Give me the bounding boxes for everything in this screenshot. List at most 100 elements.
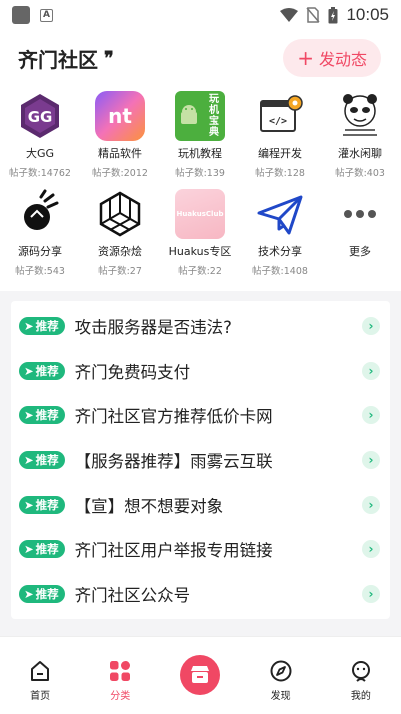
gg-logo-text: GG <box>28 108 53 126</box>
wifi-icon <box>280 8 299 22</box>
recommend-badge-label: 推荐 <box>35 542 59 557</box>
recommend-badge-label: 推荐 <box>35 319 59 334</box>
category-chat[interactable]: 灌水闲聊 帖子数:403 <box>320 91 400 183</box>
category-resources[interactable]: 资源杂烩 帖子数:27 <box>80 189 160 281</box>
category-huakus[interactable]: HuakusClub Huakus专区 帖子数:22 <box>160 189 240 281</box>
category-name: Huakus专区 <box>168 245 232 258</box>
category-grid: GG 大GG 帖子数:14762 nt 精品软件 帖子数:2012 玩机宝典 玩… <box>0 83 401 281</box>
chevron-right-icon: › <box>362 317 380 336</box>
plane-icon: ➤ <box>24 319 34 334</box>
notification-a-icon: A <box>40 8 53 22</box>
category-name: 玩机教程 <box>178 147 222 160</box>
compass-icon <box>269 659 293 683</box>
recommend-list: ➤ 推荐 攻击服务器是否违法? › ➤ 推荐 齐门免费码支付 › ➤ 推荐 齐门社区官… <box>11 301 390 620</box>
chevron-right-icon: › <box>362 584 380 603</box>
no-sim-icon <box>306 7 321 23</box>
chevron-right-icon: › <box>362 406 380 425</box>
nav-label: 发现 <box>270 691 291 702</box>
list-item[interactable]: ➤ 推荐 齐门免费码支付 › <box>11 349 390 394</box>
category-count: 帖子数:403 <box>335 168 385 179</box>
recommend-title: 攻击服务器是否违法? <box>74 318 232 338</box>
source-code-icon <box>15 189 65 239</box>
paper-plane-icon <box>255 189 305 239</box>
panda-meme-icon <box>335 91 385 141</box>
category-more[interactable]: 更多 <box>320 189 400 281</box>
quote-icon: ❞ <box>104 47 114 69</box>
category-name: 资源杂烩 <box>98 245 142 258</box>
recommend-badge: ➤ 推荐 <box>19 495 65 514</box>
nav-discover[interactable]: 发现 <box>251 659 311 702</box>
post-button-label: 发动态 <box>318 50 367 69</box>
recommend-title: 【服务器推荐】雨雾云互联 <box>74 452 273 472</box>
category-count: 帖子数:1408 <box>252 266 308 277</box>
plane-icon: ➤ <box>24 408 34 423</box>
huakus-club-icon: HuakusClub <box>175 189 225 239</box>
category-name: 编程开发 <box>258 147 302 160</box>
code-window-icon: </> <box>255 91 305 141</box>
category-name: 技术分享 <box>258 245 302 258</box>
recommend-badge: ➤ 推荐 <box>19 584 65 603</box>
category-icon <box>108 659 132 683</box>
recommend-title: 齐门社区公众号 <box>74 585 191 605</box>
category-premium-software[interactable]: nt 精品软件 帖子数:2012 <box>80 91 160 183</box>
recommend-badge: ➤ 推荐 <box>19 317 65 336</box>
resources-cube-icon <box>95 189 145 239</box>
chevron-right-icon: › <box>362 495 380 514</box>
category-count: 帖子数:22 <box>178 266 222 277</box>
svg-text:</>: </> <box>269 116 287 127</box>
post-button[interactable]: + 发动态 <box>283 39 381 77</box>
list-item[interactable]: ➤ 推荐 【服务器推荐】雨雾云互联 › <box>11 438 390 483</box>
recommend-title: 齐门社区用户举报专用链接 <box>74 541 273 561</box>
recommend-badge-label: 推荐 <box>35 497 59 512</box>
category-phone-tutorials[interactable]: 玩机宝典 玩机教程 帖子数:139 <box>160 91 240 183</box>
recommend-badge-label: 推荐 <box>35 408 59 423</box>
list-item[interactable]: ➤ 推荐 【宣】想不想要对象 › <box>11 482 390 527</box>
nav-store[interactable] <box>170 655 230 699</box>
list-item[interactable]: ➤ 推荐 齐门社区用户举报专用链接 › <box>11 527 390 572</box>
category-name: 源码分享 <box>18 245 62 258</box>
chevron-right-icon: › <box>362 361 380 380</box>
plane-icon: ➤ <box>24 453 34 468</box>
recommend-badge: ➤ 推荐 <box>19 540 65 559</box>
nav-label: 我的 <box>350 691 371 702</box>
recommend-title: 齐门社区官方推荐低价卡网 <box>74 407 273 427</box>
category-count: 帖子数:543 <box>15 266 65 277</box>
list-item[interactable]: ➤ 推荐 齐门社区官方推荐低价卡网 › <box>11 393 390 438</box>
recommend-badge: ➤ 推荐 <box>19 406 65 425</box>
category-count: 帖子数:139 <box>175 168 225 179</box>
list-item[interactable]: ➤ 推荐 齐门社区公众号 › <box>11 572 390 617</box>
plane-icon: ➤ <box>24 586 34 601</box>
dagg-icon: GG <box>15 91 65 141</box>
nav-profile[interactable]: 我的 <box>331 659 391 702</box>
category-programming[interactable]: </> 编程开发 帖子数:128 <box>240 91 320 183</box>
profile-icon <box>349 659 373 683</box>
category-count: 帖子数:14762 <box>9 168 71 179</box>
recommend-badge-label: 推荐 <box>35 453 59 468</box>
nt-logo-icon: nt <box>95 91 145 141</box>
category-source-code[interactable]: 源码分享 帖子数:543 <box>0 189 80 281</box>
category-dagg[interactable]: GG 大GG 帖子数:14762 <box>0 91 80 183</box>
chevron-right-icon: › <box>362 451 380 470</box>
plus-icon: + <box>297 46 314 70</box>
category-count: 帖子数:27 <box>98 266 142 277</box>
category-count: 帖子数:2012 <box>92 168 148 179</box>
page-title: 齐门社区 <box>18 47 98 72</box>
recommend-section: ➤ 推荐 攻击服务器是否违法? › ➤ 推荐 齐门免费码支付 › ➤ 推荐 齐门社区官… <box>0 291 401 636</box>
category-name: 灌水闲聊 <box>338 147 382 160</box>
nav-label: 分类 <box>110 691 131 702</box>
category-name: 大GG <box>25 147 55 160</box>
nav-home[interactable]: 首页 <box>10 659 70 702</box>
clock: 10:05 <box>346 5 389 24</box>
nav-category[interactable]: 分类 <box>90 659 150 702</box>
plane-icon: ➤ <box>24 542 34 557</box>
category-tech-sharing[interactable]: 技术分享 帖子数:1408 <box>240 189 320 281</box>
list-item[interactable]: ➤ 推荐 攻击服务器是否违法? › <box>11 304 390 349</box>
bottom-nav: 首页 分类 发现 我的 <box>0 636 401 714</box>
android-book-icon: 玩机宝典 <box>175 91 225 141</box>
book-title-text: 玩机宝典 <box>209 94 219 138</box>
notification-app-icon <box>12 6 30 24</box>
store-icon <box>180 655 221 695</box>
category-count: 帖子数:128 <box>255 168 305 179</box>
category-name: 更多 <box>349 245 371 258</box>
nav-label: 首页 <box>30 691 51 702</box>
